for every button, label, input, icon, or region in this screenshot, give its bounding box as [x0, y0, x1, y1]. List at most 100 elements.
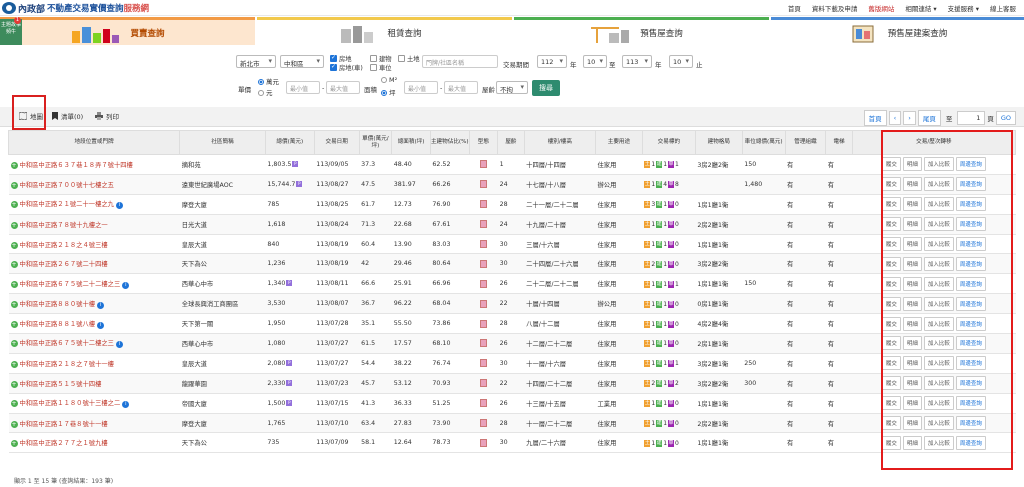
next-page-button[interactable]: › — [903, 111, 916, 125]
table-row[interactable]: + 中和區中正路７００號十七樓之五 遠東世紀廣場AOC 15,744.7 P 113/08… — [8, 174, 1016, 195]
address-link[interactable]: 中和區中正路２１８之４號三樓 — [20, 242, 108, 249]
expand-icon[interactable]: + — [10, 280, 18, 288]
table-row[interactable]: + 中和區中正路１７巷８號十一樓 摩登大廈 1,765 113/07/10 63.4 27.… — [8, 413, 1016, 434]
building-type-icon[interactable] — [479, 339, 487, 348]
site-logo[interactable]: 內政部 不動產交易實價查詢 服務網 — [2, 2, 149, 15]
building-type-icon[interactable] — [479, 379, 487, 388]
column-header[interactable]: 主建物佔比(%) — [429, 130, 470, 155]
building-type-icon[interactable] — [479, 419, 487, 428]
address-link[interactable]: 中和區中正路２７７之１號九樓 — [20, 440, 108, 447]
expand-icon[interactable]: + — [10, 340, 18, 348]
topic-story-badge[interactable]: 主題故事頻牛 1 — [0, 17, 22, 45]
table-row[interactable]: + 中和區中正路１１８０號十三樓之二 i 帝國大廈 1,500 P 113/07/15 41… — [8, 393, 1016, 414]
last-page-button[interactable]: 尾頁 — [917, 110, 941, 126]
column-header[interactable]: 車位總價(萬元) — [741, 130, 786, 155]
building-type-icon[interactable] — [479, 180, 487, 189]
type-building-checkbox[interactable]: 建物 — [370, 54, 392, 63]
go-button[interactable]: GO — [995, 111, 1016, 125]
type-parking-checkbox[interactable]: 車位 — [370, 63, 392, 72]
area-max-input[interactable]: 最大值 — [444, 81, 478, 94]
column-header[interactable]: 總面積(坪) — [391, 130, 431, 155]
prev-page-button[interactable]: ‹ — [888, 111, 902, 125]
expand-icon[interactable]: + — [10, 380, 18, 388]
nav-support[interactable]: 支援服務 ▾ — [948, 3, 979, 13]
search-button[interactable]: 搜尋 — [532, 80, 560, 96]
community-name[interactable]: 天下為公 — [182, 261, 207, 268]
community-name[interactable]: 皇辰大道 — [182, 242, 207, 249]
expand-icon[interactable]: + — [10, 300, 18, 308]
nav-download[interactable]: 資料下載及申請 — [812, 3, 858, 13]
price-unit-yuan[interactable]: 元 — [258, 87, 273, 97]
list-button[interactable]: 清單(0) — [52, 111, 83, 121]
address-link[interactable]: 中和區中正路６７５號二十二樓之三 — [20, 281, 121, 288]
table-row[interactable]: + 中和區中正路８８０號十樓 i 全球長興消工商團區 3,530 113/08/07 36… — [8, 293, 1016, 315]
expand-icon[interactable]: + — [10, 161, 18, 169]
address-link[interactable]: 中和區中正路２１號二十一樓之九 — [20, 201, 114, 208]
address-link[interactable]: 中和區中正路７８號十九樓之一 — [20, 222, 108, 229]
expand-icon[interactable]: + — [10, 400, 18, 408]
community-name[interactable]: 摩登大廈 — [182, 202, 207, 209]
city-select[interactable]: 新北市 — [236, 55, 276, 68]
building-type-icon[interactable] — [479, 200, 487, 209]
community-name[interactable]: 天下為公 — [182, 440, 207, 447]
price-unit-wan[interactable]: 萬元 — [258, 76, 279, 86]
table-row[interactable]: + 中和區中正路６７５號十二樓之三 i 西華心中市 1,080 113/07/27 61.… — [8, 333, 1016, 354]
expand-icon[interactable]: + — [10, 261, 18, 269]
table-row[interactable]: + 中和區中正路２７７之１號九樓 天下為公 735 113/07/09 58.1 12.64… — [8, 432, 1016, 454]
info-icon[interactable]: i — [115, 341, 123, 349]
table-row[interactable]: + 中和區中正路２１８之４號三樓 皇辰大道 840 113/08/19 60.4 13.90… — [8, 234, 1016, 255]
table-row[interactable]: + 中和區中正路６３７巷１８弄７號十四樓 摘和苑 1,803.5 P 113/09/05 3… — [8, 154, 1016, 175]
info-icon[interactable]: i — [122, 281, 130, 289]
community-name[interactable]: 天下第一關 — [182, 321, 213, 328]
tab-presale-query[interactable]: 預售屋查詢 — [514, 17, 769, 45]
building-type-icon[interactable] — [479, 279, 487, 288]
column-header[interactable]: 總價(萬元) — [264, 130, 315, 155]
address-link[interactable]: 中和區中正路６７５號十二樓之三 — [20, 340, 114, 347]
building-type-icon[interactable] — [479, 259, 487, 268]
table-row[interactable]: + 中和區中正路２１號二十一樓之九 i 摩登大廈 785 113/08/25 61.7 12… — [8, 194, 1016, 215]
end-month-select[interactable]: 10 — [669, 55, 693, 68]
building-type-icon[interactable] — [479, 359, 487, 368]
address-link[interactable]: 中和區中正路１７巷８號十一樓 — [20, 421, 108, 428]
page-number-input[interactable]: 1 — [957, 111, 986, 125]
column-header[interactable]: 樓別/樓高 — [523, 130, 597, 155]
tab-rent-query[interactable]: 租賃查詢 — [257, 17, 512, 45]
community-name[interactable]: 西華心中市 — [182, 341, 213, 348]
column-header[interactable]: 交易日期 — [313, 130, 360, 155]
column-header[interactable]: 屋齡 — [497, 130, 525, 155]
expand-icon[interactable]: + — [10, 440, 18, 448]
column-header[interactable]: 型態 — [468, 130, 499, 155]
community-name[interactable]: 遠東世紀廣場AOC — [182, 182, 233, 189]
address-link[interactable]: 中和區中正路５１５號十四樓 — [20, 381, 102, 388]
address-link[interactable]: 中和區中正路６３７巷１８弄７號十四樓 — [20, 162, 133, 169]
info-icon[interactable]: i — [122, 401, 130, 409]
column-header[interactable]: 主要用途 — [595, 130, 643, 155]
building-type-icon[interactable] — [479, 319, 487, 328]
type-house-land-parking-checkbox[interactable]: 房地(車) — [330, 63, 363, 72]
start-year-select[interactable]: 112 — [537, 55, 567, 68]
community-name[interactable]: 摘和苑 — [182, 162, 201, 169]
building-type-icon[interactable] — [479, 160, 487, 169]
table-row[interactable]: + 中和區中正路２６７號二十四樓 天下為公 1,236 113/08/19 42 29.46… — [8, 253, 1016, 275]
first-page-button[interactable]: 首頁 — [863, 110, 887, 126]
address-link[interactable]: 中和區中正路８８０號十樓 — [20, 301, 96, 308]
building-type-icon[interactable] — [479, 438, 487, 447]
tab-presale-project-query[interactable]: 預售屋建案查詢 — [771, 17, 1024, 45]
column-header[interactable]: 地段位置或門牌 — [7, 130, 181, 155]
area-unit-ping[interactable]: 坪 — [381, 87, 396, 97]
info-icon[interactable]: i — [115, 202, 123, 210]
nav-customer-service[interactable]: 線上客服 — [990, 3, 1016, 13]
expand-icon[interactable]: + — [10, 320, 18, 328]
community-name[interactable]: 皇辰大道 — [182, 361, 207, 368]
print-button[interactable]: 列印 — [95, 111, 119, 121]
address-link[interactable]: 中和區中正路２１８之７號十一樓 — [20, 361, 114, 368]
nav-links[interactable]: 相關連結 ▾ — [905, 3, 936, 13]
age-select[interactable]: 不拘 — [496, 81, 528, 94]
column-header[interactable]: 管理組織 — [784, 130, 827, 155]
building-type-icon[interactable] — [479, 299, 487, 308]
table-row[interactable]: + 中和區中正路５１５號十四樓 龍躍華園 2,330 P 113/07/23 45.7 53.… — [8, 373, 1016, 394]
table-row[interactable]: + 中和區中正路８８１號八樓 i 天下第一關 1,950 113/07/28 35.1 55… — [8, 313, 1016, 335]
area-min-input[interactable]: 最小值 — [404, 81, 438, 94]
community-name[interactable]: 龍躍華園 — [182, 381, 207, 388]
start-month-select[interactable]: 10 — [583, 55, 607, 68]
